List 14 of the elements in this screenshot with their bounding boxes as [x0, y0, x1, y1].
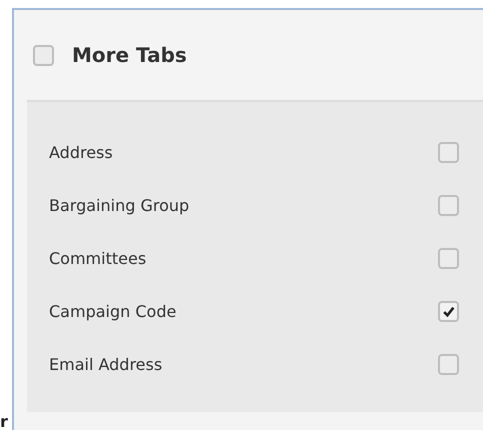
- option-label: Committees: [49, 249, 146, 268]
- option-label: Bargaining Group: [49, 196, 190, 215]
- checkbox[interactable]: [33, 44, 54, 66]
- cut-off-text: r: [0, 414, 8, 430]
- option-label: Address: [49, 143, 113, 162]
- checkbox[interactable]: [438, 248, 459, 269]
- option-label: Email Address: [49, 355, 162, 374]
- checkbox[interactable]: [438, 301, 459, 322]
- checkbox[interactable]: [438, 195, 459, 216]
- checkbox[interactable]: [438, 354, 459, 375]
- check-icon: [442, 305, 455, 318]
- option-label: Campaign Code: [49, 302, 176, 321]
- panel-title: More Tabs: [72, 43, 187, 67]
- checkbox[interactable]: [438, 142, 459, 163]
